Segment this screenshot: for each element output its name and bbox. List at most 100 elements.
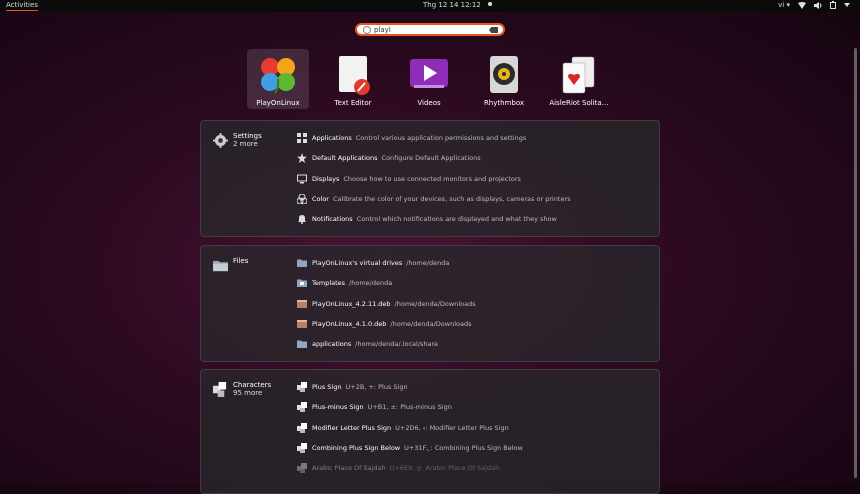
result-row-color[interactable]: Color Calibrate the color of your device… [297,194,571,204]
result-title: PlayOnLinux_4.1.0.deb [312,320,387,328]
result-title: Notifications [312,215,353,223]
clear-search-icon[interactable] [489,27,498,33]
app-label: Text Editor [334,99,372,107]
app-videos[interactable]: Videos [398,49,460,109]
result-description: /home/denda/.local/share [355,340,439,348]
network-icon[interactable] [798,1,806,9]
result-title: Color [312,195,329,203]
videos-icon [410,59,448,88]
characters-icon[interactable] [213,382,228,397]
folder-icon [297,340,307,348]
result-title: applications [312,340,352,348]
input-language-button[interactable]: vi ▾ [778,1,790,9]
clock-button[interactable]: Thg 12 14 12:12 [423,1,492,9]
characters-results-panel: Characters 95 more Plus Sign U+2B, +: Pl… [200,369,660,494]
app-text-editor[interactable]: Text Editor [322,49,384,109]
result-row-file[interactable]: PlayOnLinux's virtual drives /home/denda [297,258,449,268]
result-row-file[interactable]: PlayOnLinux_4.2.11.deb /home/denda/Downl… [297,299,476,309]
result-description: U+2B, +: Plus Sign [345,383,408,391]
battery-icon[interactable] [830,1,836,9]
star-icon [297,153,307,163]
search-icon [363,26,371,34]
result-row-file[interactable]: PlayOnLinux_4.1.0.deb /home/denda/Downlo… [297,319,471,329]
result-description: Configure Default Applications [381,154,481,162]
character-icon [297,382,307,392]
search-input[interactable]: playl [374,26,391,34]
system-tray: vi ▾ [778,1,850,9]
result-title: PlayOnLinux's virtual drives [312,259,403,267]
applications-grid-icon [297,133,307,143]
result-row-applications[interactable]: Applications Control various application… [297,133,526,143]
result-description: U+B1, ±: Plus-minus Sign [367,403,452,411]
result-row-character[interactable]: Combining Plus Sign Below U+31F, ̟: Comb… [297,443,523,453]
notifications-icon [298,215,306,224]
notification-dot-icon [487,2,492,6]
result-row-displays[interactable]: Displays Choose how to use connected mon… [297,174,521,184]
result-title: Plus Sign [312,383,342,391]
character-icon [297,423,307,433]
result-title: Default Applications [312,154,378,162]
app-label: Rhythmbox [483,99,525,107]
text-editor-icon [339,56,370,95]
result-row-file[interactable]: applications /home/denda/.local/share [297,339,438,349]
result-title: PlayOnLinux_4.2.11.deb [312,300,391,308]
result-row-notifications[interactable]: Notifications Control which notification… [297,214,557,224]
provider-more-count: 2 more [233,140,258,148]
playonlinux-icon [261,58,295,94]
clock-label: Thg 12 14 12:12 [423,1,481,9]
character-icon [297,463,307,473]
result-row-default-applications[interactable]: Default Applications Configure Default A… [297,153,481,163]
result-title: Arabic Place Of Sajdah [312,464,386,472]
app-aisleriot-solitaire[interactable]: AisleRiot Solita… [548,49,610,109]
result-description: Calibrate the color of your devices, suc… [332,195,571,203]
files-results-panel: Files PlayOnLinux's virtual drives /home… [200,245,660,362]
character-icon [297,402,307,412]
search-entry[interactable]: playl [355,23,505,36]
result-description: Control which notifications are displaye… [356,215,557,223]
app-rhythmbox[interactable]: Rhythmbox [473,49,535,109]
deb-package-icon [297,300,307,308]
character-icon [297,443,307,453]
result-row-file[interactable]: Templates /home/denda [297,278,392,288]
result-row-character[interactable]: Arabic Place Of Sajdah U+6E9, ۩: Arabic … [297,463,499,473]
provider-name: Settings [233,132,262,140]
result-description: /home/denda/Downloads [394,300,476,308]
result-title: Templates [312,279,346,287]
rhythmbox-icon [490,56,518,93]
provider-more-count: 95 more [233,389,263,397]
app-label: AisleRiot Solita… [549,99,609,107]
result-description: U+31F, ̟: Combining Plus Sign Below [404,444,523,452]
result-description: U+6E9, ۩: Arabic Place Of Sajdah [389,463,500,472]
result-title: Applications [312,134,352,142]
result-title: Displays [312,175,340,183]
top-bar: Activities Thg 12 14 12:12 vi ▾ [0,0,860,12]
provider-name: Files [233,257,249,265]
result-title: Combining Plus Sign Below [312,444,401,452]
folder-icon [297,259,307,267]
results-scrollbar[interactable] [854,48,857,478]
app-playonlinux[interactable]: PlayOnLinux [247,49,309,109]
result-description: /home/denda [406,259,450,267]
result-description: Choose how to use connected monitors and… [343,175,521,183]
volume-icon[interactable] [814,1,822,9]
app-label: Videos [417,99,441,107]
color-icon [297,194,307,204]
folder-icon [297,279,307,287]
result-description: /home/denda [349,279,393,287]
aisleriot-icon [562,56,595,94]
result-title: Plus-minus Sign [312,403,364,411]
result-row-character[interactable]: Plus-minus Sign U+B1, ±: Plus-minus Sign [297,402,452,412]
display-icon [297,174,307,184]
result-description: Control various application permissions … [355,134,527,142]
files-folder-icon[interactable] [213,258,228,273]
chevron-down-icon: ▾ [786,1,790,9]
settings-results-panel: Settings 2 more Applications Control var… [200,120,660,237]
result-row-character[interactable]: Plus Sign U+2B, +: Plus Sign [297,382,408,392]
app-label: PlayOnLinux [256,99,300,107]
activities-button[interactable]: Activities [6,1,38,11]
result-description: U+2D6, ˖: Modifier Letter Plus Sign [395,424,509,432]
result-row-character[interactable]: Modifier Letter Plus Sign U+2D6, ˖: Modi… [297,423,509,433]
input-language-label: vi [778,1,785,9]
settings-gear-icon[interactable] [213,133,228,148]
system-menu-arrow-icon[interactable] [844,3,850,7]
